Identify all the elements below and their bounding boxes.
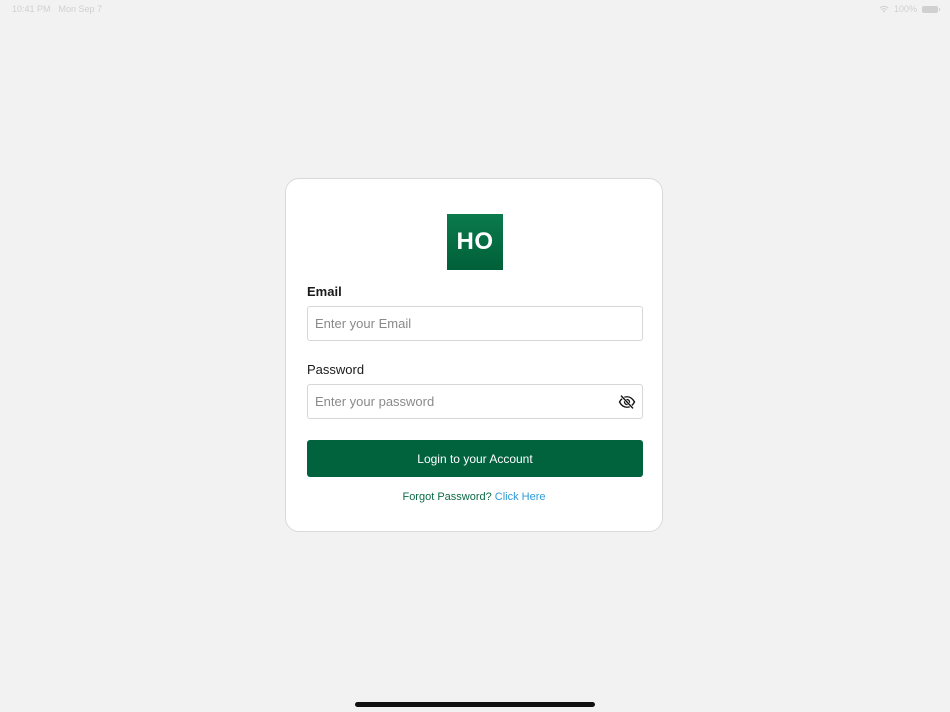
email-label: Email (307, 284, 342, 299)
status-bar: 10:41 PM Mon Sep 7 100% (0, 0, 950, 18)
login-card: HO Email Password Login to your Account … (285, 178, 663, 532)
battery-icon (922, 5, 940, 13)
login-screen: 10:41 PM Mon Sep 7 100% HO Email Passwor… (0, 0, 950, 712)
home-indicator[interactable] (355, 702, 595, 707)
password-field-container (307, 384, 643, 419)
email-field-container (307, 306, 643, 341)
status-right: 100% (879, 4, 940, 14)
logo-text: HO (456, 228, 494, 255)
battery-percent: 100% (893, 4, 917, 14)
status-date: Mon Sep 7 (58, 4, 103, 14)
wifi-icon (879, 5, 889, 13)
app-logo: HO (447, 214, 503, 270)
forgot-password-text: Forgot Password? (402, 491, 492, 503)
login-button[interactable]: Login to your Account (307, 440, 643, 477)
forgot-password-row: Forgot Password? Click Here (286, 491, 662, 503)
status-time: 10:41 PM (12, 4, 51, 14)
password-label: Password (307, 362, 365, 377)
status-left: 10:41 PM Mon Sep 7 (12, 4, 102, 14)
email-input[interactable] (308, 307, 598, 340)
click-here-link[interactable]: Click Here (495, 491, 546, 503)
password-input[interactable] (308, 385, 598, 418)
eye-slash-icon[interactable] (618, 393, 636, 411)
